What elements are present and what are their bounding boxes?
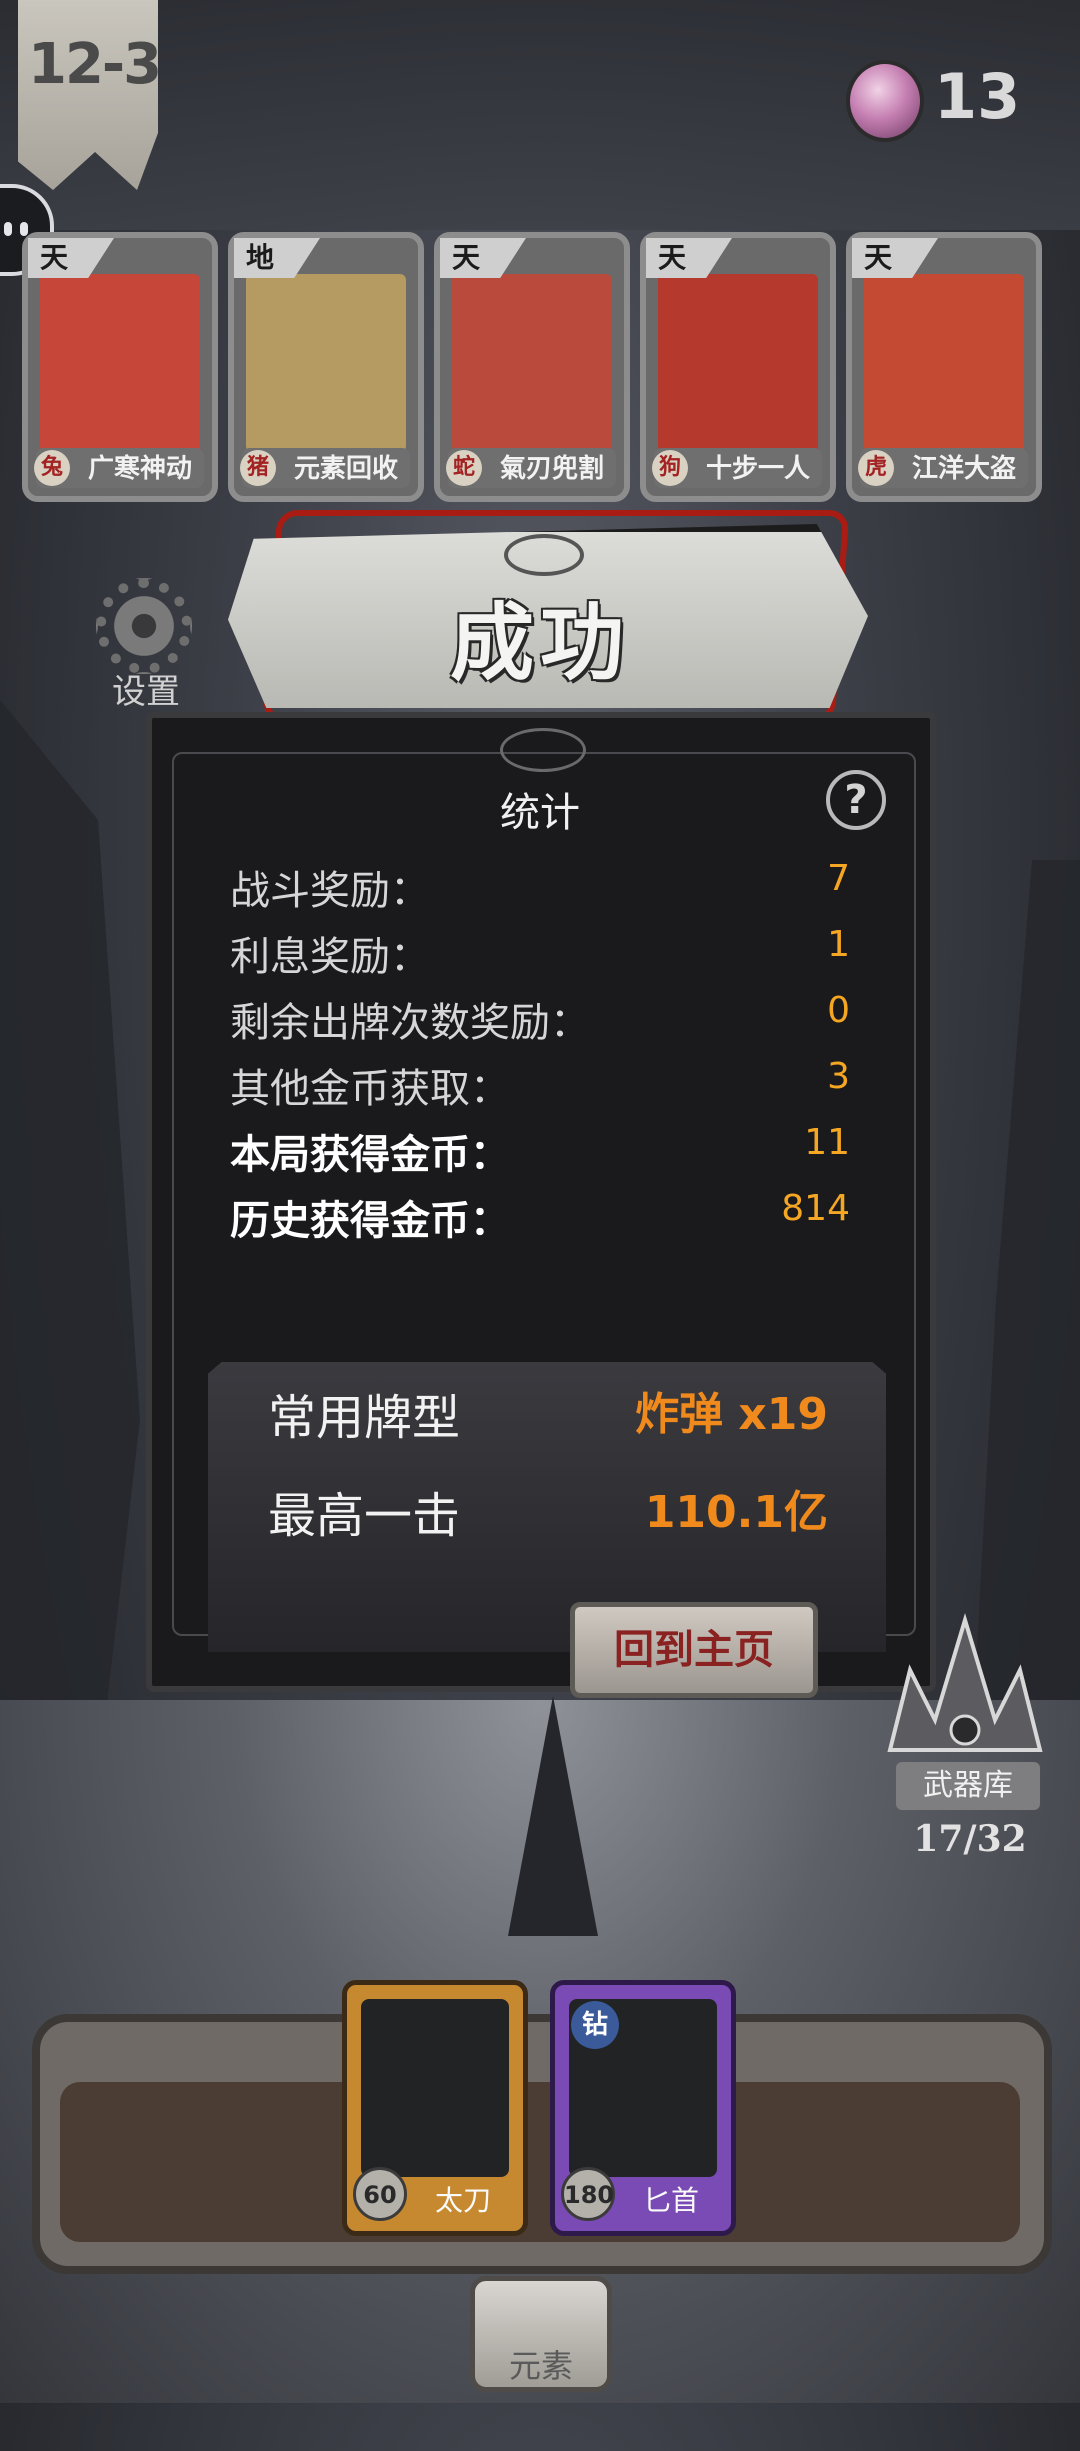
character-portrait [452, 274, 612, 452]
stat-row: 历史获得金币： 814 [230, 1188, 850, 1248]
character-portrait [658, 274, 818, 452]
stat-value: 11 [804, 1122, 850, 1163]
weapon-card[interactable]: 60 太刀 [342, 1980, 528, 2236]
card-name: 十步一人 [705, 454, 810, 484]
stat-row: 利息奖励： 1 [230, 924, 850, 984]
weapon-tray-inner [60, 2082, 1020, 2242]
home-button[interactable]: 回到主页 [570, 1602, 818, 1698]
card-name: 元素回收 [293, 454, 398, 484]
weapon-art [361, 1999, 509, 2177]
banner-title: 成功 [449, 594, 630, 692]
card-rank: 地 [234, 238, 320, 278]
highlight-value: 110.1亿 [644, 1487, 828, 1538]
stat-value: 3 [827, 1056, 850, 1097]
card-nameplate: 猪 元素回收 [240, 448, 410, 488]
panel-eye-icon [500, 728, 586, 772]
weapon-cost: 60 [353, 2167, 407, 2221]
stat-value: 814 [781, 1188, 850, 1229]
card-rank: 天 [646, 238, 732, 278]
gem-icon [846, 60, 924, 142]
weapon-name: 太刀 [434, 2184, 491, 2217]
zodiac-badge: 猪 [240, 450, 276, 486]
zodiac-badge: 虎 [858, 450, 894, 486]
zodiac-badge: 狗 [652, 450, 688, 486]
stat-row: 战斗奖励： 7 [230, 858, 850, 918]
character-card[interactable]: 地 猪 元素回收 [228, 232, 424, 502]
character-card[interactable]: 天 兔 广寒神动 [22, 232, 218, 502]
weapon-card[interactable]: 钻 180 匕首 [550, 1980, 736, 2236]
highlight-label: 常用牌型 [268, 1390, 461, 1446]
stat-value: 1 [827, 924, 850, 965]
stat-row: 本局获得金币： 11 [230, 1122, 850, 1182]
stat-label: 利息奖励： [230, 934, 430, 980]
panel-title: 统计 [500, 790, 580, 836]
character-card[interactable]: 天 狗 十步一人 [640, 232, 836, 502]
eye-emblem-icon [504, 534, 584, 576]
card-nameplate: 兔 广寒神动 [34, 448, 204, 488]
gem-count: 13 [934, 60, 1021, 133]
stat-label: 历史获得金币： [230, 1198, 510, 1244]
zodiac-badge: 蛇 [446, 450, 482, 486]
stat-row: 其他金币获取： 3 [230, 1056, 850, 1116]
character-portrait [40, 274, 200, 452]
zodiac-badge: 兔 [34, 450, 70, 486]
card-name: 江洋大盗 [911, 454, 1016, 484]
highlight-label: 最高一击 [268, 1488, 461, 1544]
stalagmite [508, 1696, 598, 1936]
highlight-row: 常用牌型 炸弹 x19 [268, 1378, 848, 1446]
highlight-row: 最高一击 110.1亿 [268, 1476, 848, 1544]
weapon-rank-badge: 钻 [571, 2001, 619, 2049]
card-nameplate: 虎 江洋大盗 [858, 448, 1028, 488]
stat-label: 剩余出牌次数奖励： [230, 1000, 590, 1046]
card-name: 广寒神动 [87, 454, 192, 484]
armory-label[interactable]: 武器库 [896, 1762, 1040, 1810]
card-rank: 天 [852, 238, 938, 278]
character-portrait [246, 274, 406, 452]
stat-row: 剩余出牌次数奖励： 0 [230, 990, 850, 1050]
stat-value: 7 [827, 858, 850, 899]
character-card-row: 天 兔 广寒神动 地 猪 元素回收 天 蛇 氣刃兜割 天 狗 十步一人 天 虎 [20, 232, 1060, 502]
character-card[interactable]: 天 虎 江洋大盗 [846, 232, 1042, 502]
crown-icon[interactable] [880, 1610, 1050, 1760]
card-nameplate: 蛇 氣刃兜割 [446, 448, 616, 488]
level-indicator: 12-3 [28, 32, 162, 97]
help-button[interactable]: ? [826, 770, 886, 830]
stat-label: 本局获得金币： [230, 1132, 510, 1178]
card-name: 氣刃兜割 [499, 454, 604, 484]
character-portrait [864, 274, 1024, 452]
card-nameplate: 狗 十步一人 [652, 448, 822, 488]
armory-count: 17/32 [913, 1818, 1027, 1860]
element-button[interactable]: 元素 [470, 2276, 612, 2392]
stat-label: 其他金币获取： [230, 1066, 510, 1112]
card-rank: 天 [28, 238, 114, 278]
character-card[interactable]: 天 蛇 氣刃兜割 [434, 232, 630, 502]
weapon-name: 匕首 [642, 2184, 699, 2217]
stat-label: 战斗奖励： [230, 868, 430, 914]
card-rank: 天 [440, 238, 526, 278]
stat-value: 0 [827, 990, 850, 1031]
highlight-value: 炸弹 x19 [635, 1389, 828, 1440]
weapon-cost: 180 [561, 2167, 615, 2221]
